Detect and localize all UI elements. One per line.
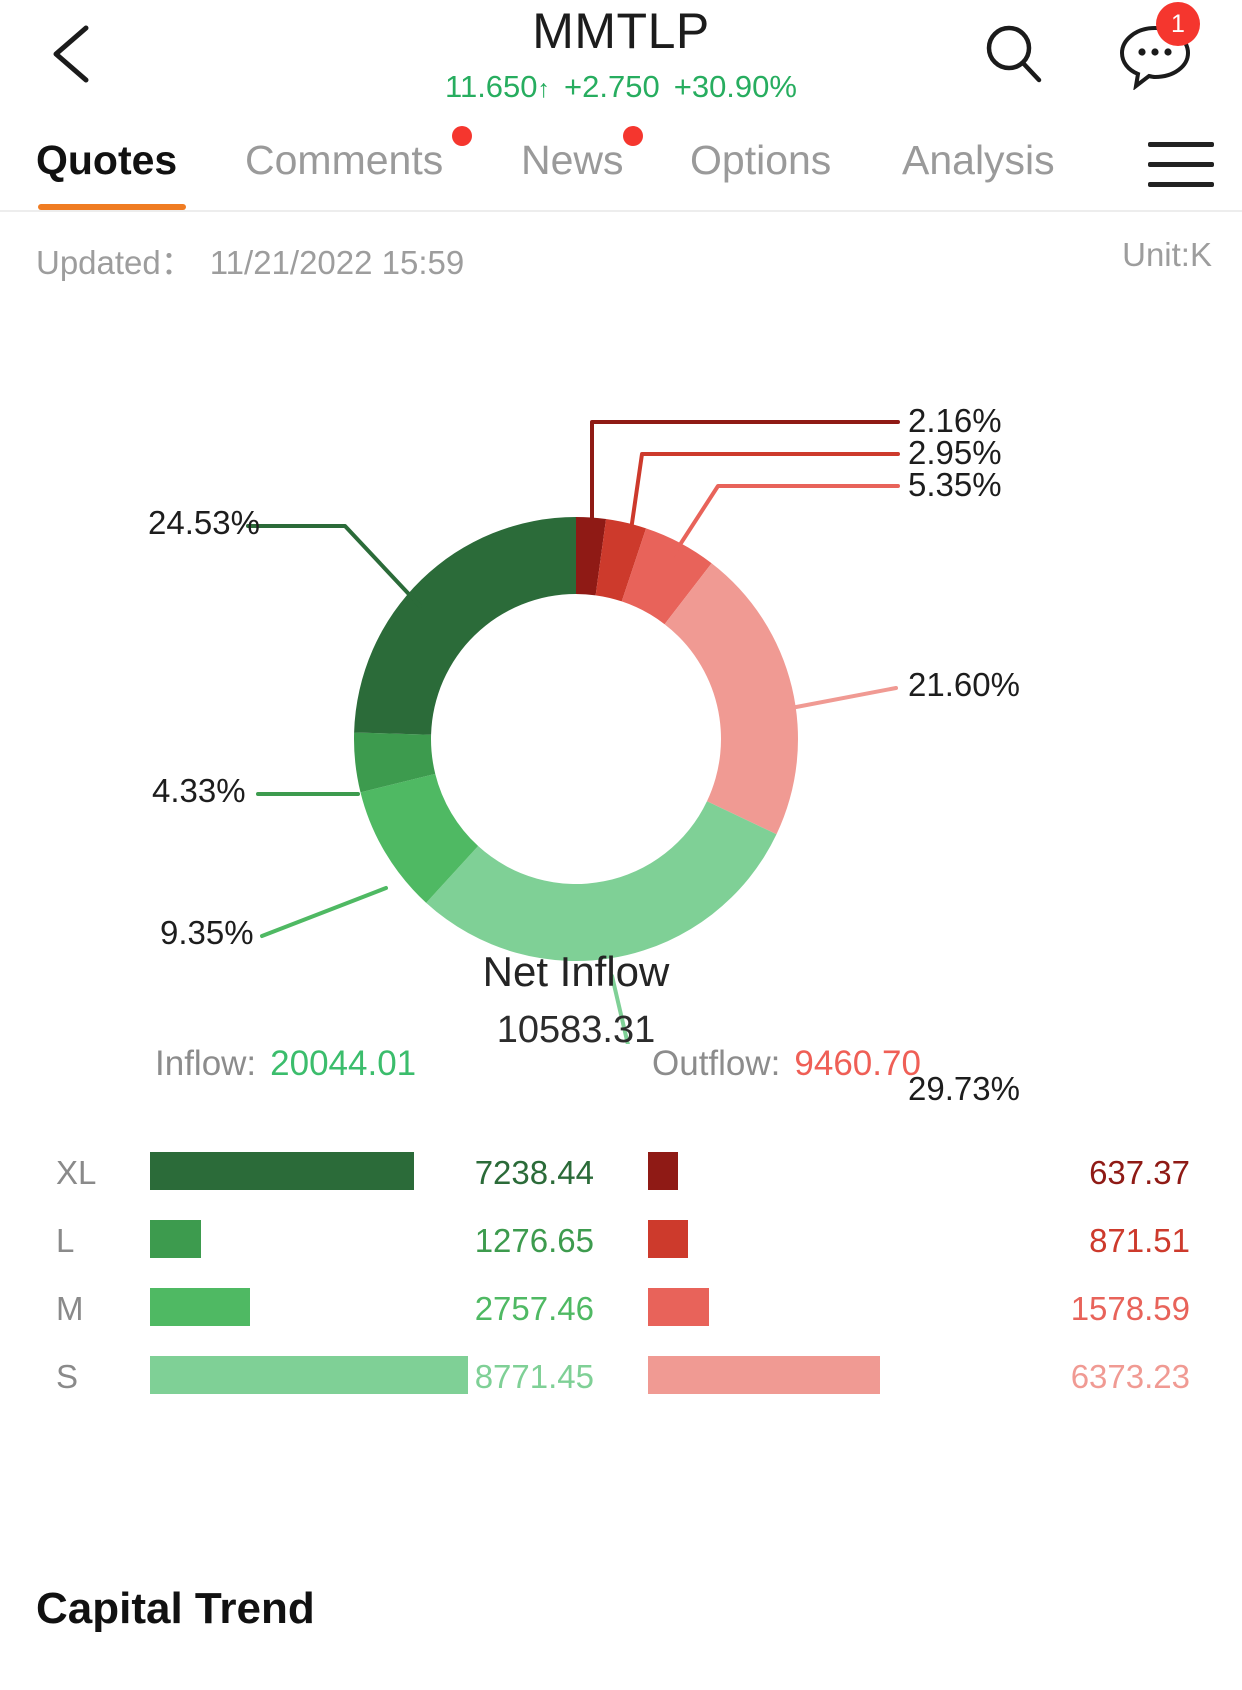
table-row: L 1276.65 871.51	[0, 1204, 1242, 1272]
row-category: L	[56, 1222, 75, 1259]
inflow-value: 7238.44	[474, 1154, 594, 1191]
inflow-bar	[150, 1220, 201, 1258]
leader-line-2-95	[627, 452, 900, 546]
donut-center-text: Net Inflow 10583.31	[421, 944, 731, 1056]
slice-label-4-33: 4.33%	[152, 772, 246, 809]
page-title: MMTLP	[532, 3, 710, 59]
updated-label: Updated：	[36, 244, 194, 281]
leader-line-9-35	[260, 886, 388, 938]
outflow-value: 637.37	[1089, 1154, 1190, 1191]
capital-distribution-donut-chart: 2.16% 2.95% 5.35% 21.60% 29.73% 9.35% 4.…	[0, 304, 1242, 1107]
leader-line-5-35	[670, 484, 900, 559]
tab-comments[interactable]: Comments	[245, 120, 443, 200]
slice-label-9-35: 9.35%	[160, 914, 254, 951]
hamburger-line	[1148, 182, 1214, 187]
inflow-value: 2757.46	[474, 1290, 594, 1327]
meta-row: Updated： 11/21/2022 15:59 Unit:K	[0, 212, 1242, 304]
leader-line-21-60	[789, 686, 898, 710]
slice-label-21-60: 21.60%	[908, 666, 1020, 703]
tab-overflow-fade	[1070, 120, 1140, 208]
donut-slice	[426, 801, 777, 961]
tab-news[interactable]: News	[521, 120, 624, 200]
app-header: MMTLP 11.650↑ +2.750 +30.90% 1	[0, 0, 1242, 120]
tab-menu-button[interactable]	[1148, 142, 1214, 188]
quote-change: +2.750	[564, 69, 660, 104]
active-tab-indicator	[38, 204, 186, 210]
search-button[interactable]	[982, 22, 1046, 86]
outflow-bar	[648, 1220, 688, 1258]
hamburger-line	[1148, 162, 1214, 167]
quote-change-percent: +30.90%	[673, 69, 797, 104]
donut-slices	[354, 517, 798, 961]
updated-info: Updated： 11/21/2022 15:59	[36, 236, 464, 284]
slice-label-24-53: 24.53%	[148, 504, 260, 541]
capital-breakdown-table: XL 7238.44 637.37 L 1276.65 871.51 M 275…	[0, 1136, 1242, 1416]
inflow-bar	[150, 1152, 414, 1190]
table-row: XL 7238.44 637.37	[0, 1136, 1242, 1204]
tab-quotes[interactable]: Quotes	[36, 120, 177, 200]
donut-slice	[354, 517, 576, 735]
inflow-value: 8771.45	[474, 1358, 594, 1395]
outflow-bar	[648, 1288, 709, 1326]
inflow-total: 20044.01	[270, 1044, 417, 1083]
row-category: M	[56, 1290, 84, 1327]
tab-options[interactable]: Options	[690, 120, 831, 200]
hamburger-line	[1148, 142, 1214, 147]
outflow-bar	[648, 1152, 678, 1190]
inflow-bar	[150, 1356, 468, 1394]
outflow-total: 9460.70	[794, 1044, 921, 1083]
updated-timestamp: 11/21/2022 15:59	[209, 244, 465, 281]
title-block: MMTLP 11.650↑ +2.750 +30.90%	[0, 0, 1242, 110]
tab-news-dot	[623, 126, 643, 146]
donut-center-label: Net Inflow	[482, 948, 670, 995]
inflow-summary: Inflow: 20044.01	[155, 1044, 416, 1084]
unit-label: Unit:K	[1122, 236, 1212, 273]
outflow-summary: Outflow: 9460.70	[652, 1044, 921, 1084]
quote-arrow-icon: ↑	[537, 75, 551, 103]
row-category: XL	[56, 1154, 97, 1191]
outflow-value: 6373.23	[1070, 1358, 1190, 1395]
capital-trend-heading: Capital Trend	[36, 1584, 315, 1633]
tab-analysis[interactable]: Analysis	[902, 120, 1055, 200]
table-row: S 8771.45 6373.23	[0, 1340, 1242, 1408]
inflow-value: 1276.65	[474, 1222, 594, 1259]
tab-bar: Quotes Comments News Options Analysis	[0, 120, 1242, 212]
leader-line-24-53	[246, 524, 422, 608]
message-badge-count: 1	[1156, 2, 1200, 46]
quote-line: 11.650↑ +2.750 +30.90%	[0, 66, 1242, 110]
slice-label-5-35: 5.35%	[908, 466, 1002, 503]
flow-summary: Inflow: 20044.01 Outflow: 9460.70	[0, 1044, 1242, 1114]
search-icon	[986, 25, 1042, 83]
outflow-value: 1578.59	[1070, 1290, 1190, 1327]
inflow-bar	[150, 1288, 250, 1326]
outflow-value: 871.51	[1089, 1222, 1190, 1259]
row-category: S	[56, 1358, 79, 1395]
table-row: M 2757.46 1578.59	[0, 1272, 1242, 1340]
donut-slice	[664, 563, 798, 835]
inflow-label: Inflow:	[155, 1044, 257, 1083]
tab-comments-dot	[452, 126, 472, 146]
outflow-label: Outflow:	[652, 1044, 781, 1083]
outflow-bar	[648, 1356, 880, 1394]
quote-price: 11.650	[445, 69, 538, 104]
